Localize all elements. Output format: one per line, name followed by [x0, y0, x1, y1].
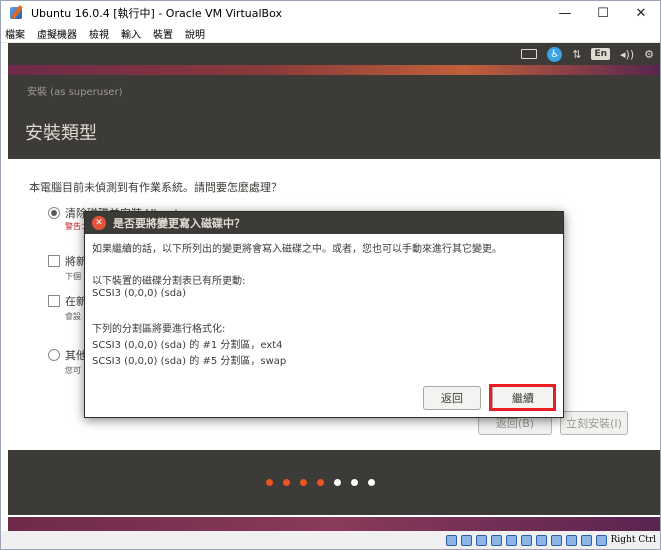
dialog-format-header: 下列的分割區將要進行格式化:	[92, 324, 226, 335]
installer-title: 安裝類型	[25, 123, 97, 144]
accessibility-icon: ♿	[547, 46, 563, 62]
hard-disk-icon[interactable]	[445, 534, 457, 546]
progress-dot	[266, 479, 273, 486]
dialog-table-device: SCSI3 (0,0,0) (sda)	[92, 288, 187, 299]
dialog-title: 是否要將變更寫入磁碟中？	[113, 217, 245, 230]
menu-file[interactable]: 檔案	[5, 26, 25, 41]
audio-icon[interactable]	[475, 534, 487, 546]
install-now-button[interactable]: 立刻安裝(I)	[560, 411, 628, 435]
option-encrypt[interactable]: 將新	[48, 253, 87, 269]
minimize-button[interactable]: —	[546, 1, 584, 25]
desktop-wallpaper-strip	[8, 65, 660, 75]
virtualbox-window: Ubuntu 16.0.4 [執行中] - Oracle VM VirtualB…	[0, 0, 661, 550]
host-key-arrow-icon[interactable]	[595, 534, 607, 546]
window-title: Ubuntu 16.0.4 [執行中] - Oracle VM VirtualB…	[31, 7, 282, 20]
radio-selected-icon[interactable]	[48, 207, 60, 219]
dialog-intro: 如果繼續的話，以下所列出的變更將會寫入磁碟之中。或者，您也可以手動來進行其它變更…	[92, 244, 502, 255]
close-button[interactable]: ✕	[622, 1, 660, 25]
dialog-table-header: 以下裝置的磁碟分割表已有所更動:	[92, 276, 246, 287]
recording-icon[interactable]	[550, 534, 562, 546]
option-something-else[interactable]: 其他	[48, 347, 87, 363]
keyboard-icon	[521, 49, 538, 59]
installer-header: 安裝 (as superuser) 安裝類型	[8, 75, 660, 159]
progress-dots	[266, 479, 385, 486]
menu-help[interactable]: 說明	[185, 26, 205, 41]
menu-input[interactable]: 輸入	[121, 26, 141, 41]
progress-dot	[317, 479, 324, 486]
accessibility-indicator[interactable]: ♿	[547, 46, 563, 62]
network-indicator[interactable]: ⇅	[572, 48, 581, 61]
menu-view[interactable]: 檢視	[89, 26, 109, 41]
checkbox-icon[interactable]	[48, 255, 60, 267]
network-icon[interactable]	[490, 534, 502, 546]
checkbox-icon[interactable]	[48, 295, 60, 307]
maximize-button[interactable]: ☐	[584, 1, 622, 25]
radio-icon[interactable]	[48, 349, 60, 361]
shared-folder-icon[interactable]	[520, 534, 532, 546]
cpu-icon[interactable]	[565, 534, 577, 546]
virtualbox-icon	[9, 5, 25, 21]
dialog-titlebar[interactable]: ✕ 是否要將變更寫入磁碟中？	[85, 212, 563, 234]
option-description: 會設	[65, 312, 81, 321]
installer-question: 本電腦目前未偵測到有作業系統。請問要怎麼處理？	[29, 181, 282, 194]
language-indicator[interactable]: En	[591, 48, 611, 60]
keyboard-indicator[interactable]	[521, 49, 538, 59]
volume-icon[interactable]: ◂))	[620, 48, 634, 61]
window-controls: — ☐ ✕	[546, 1, 660, 25]
optical-drive-icon[interactable]	[460, 534, 472, 546]
progress-dot	[368, 479, 375, 486]
menu-bar: 檔案 虛擬機器 檢視 輸入 裝置 說明	[1, 25, 660, 43]
language-icon: En	[591, 48, 611, 60]
window-titlebar[interactable]: Ubuntu 16.0.4 [執行中] - Oracle VM VirtualB…	[1, 1, 660, 25]
option-description: 您可	[65, 366, 81, 375]
progress-dot	[351, 479, 358, 486]
progress-dot	[300, 479, 307, 486]
dialog-format-line: SCSI3 (0,0,0) (sda) 的 #1 分割區，ext4	[92, 340, 283, 351]
option-description: 下個	[65, 272, 81, 281]
progress-dot	[334, 479, 341, 486]
highlight-annotation	[489, 384, 556, 411]
progress-dot	[283, 479, 290, 486]
settings-icon[interactable]: ⚙	[644, 48, 654, 61]
dialog-back-button[interactable]: 返回	[423, 386, 481, 410]
host-key-label: Right Ctrl	[610, 535, 656, 545]
usb-icon[interactable]	[505, 534, 517, 546]
installer-subtitle: 安裝 (as superuser)	[27, 87, 123, 98]
option-lvm[interactable]: 在新	[48, 293, 87, 309]
menu-devices[interactable]: 裝置	[153, 26, 173, 41]
dialog-format-line: SCSI3 (0,0,0) (sda) 的 #5 分割區，swap	[92, 356, 287, 367]
vm-status-bar: Right Ctrl	[1, 531, 660, 549]
display-icon[interactable]	[535, 534, 547, 546]
menu-machine[interactable]: 虛擬機器	[37, 26, 77, 41]
dialog-close-icon[interactable]: ✕	[92, 216, 106, 230]
desktop-bottom-strip	[8, 517, 660, 531]
ubuntu-top-panel: ♿ ⇅ En ◂)) ⚙	[8, 43, 660, 65]
mouse-integration-icon[interactable]	[580, 534, 592, 546]
installer-footer	[8, 450, 660, 515]
